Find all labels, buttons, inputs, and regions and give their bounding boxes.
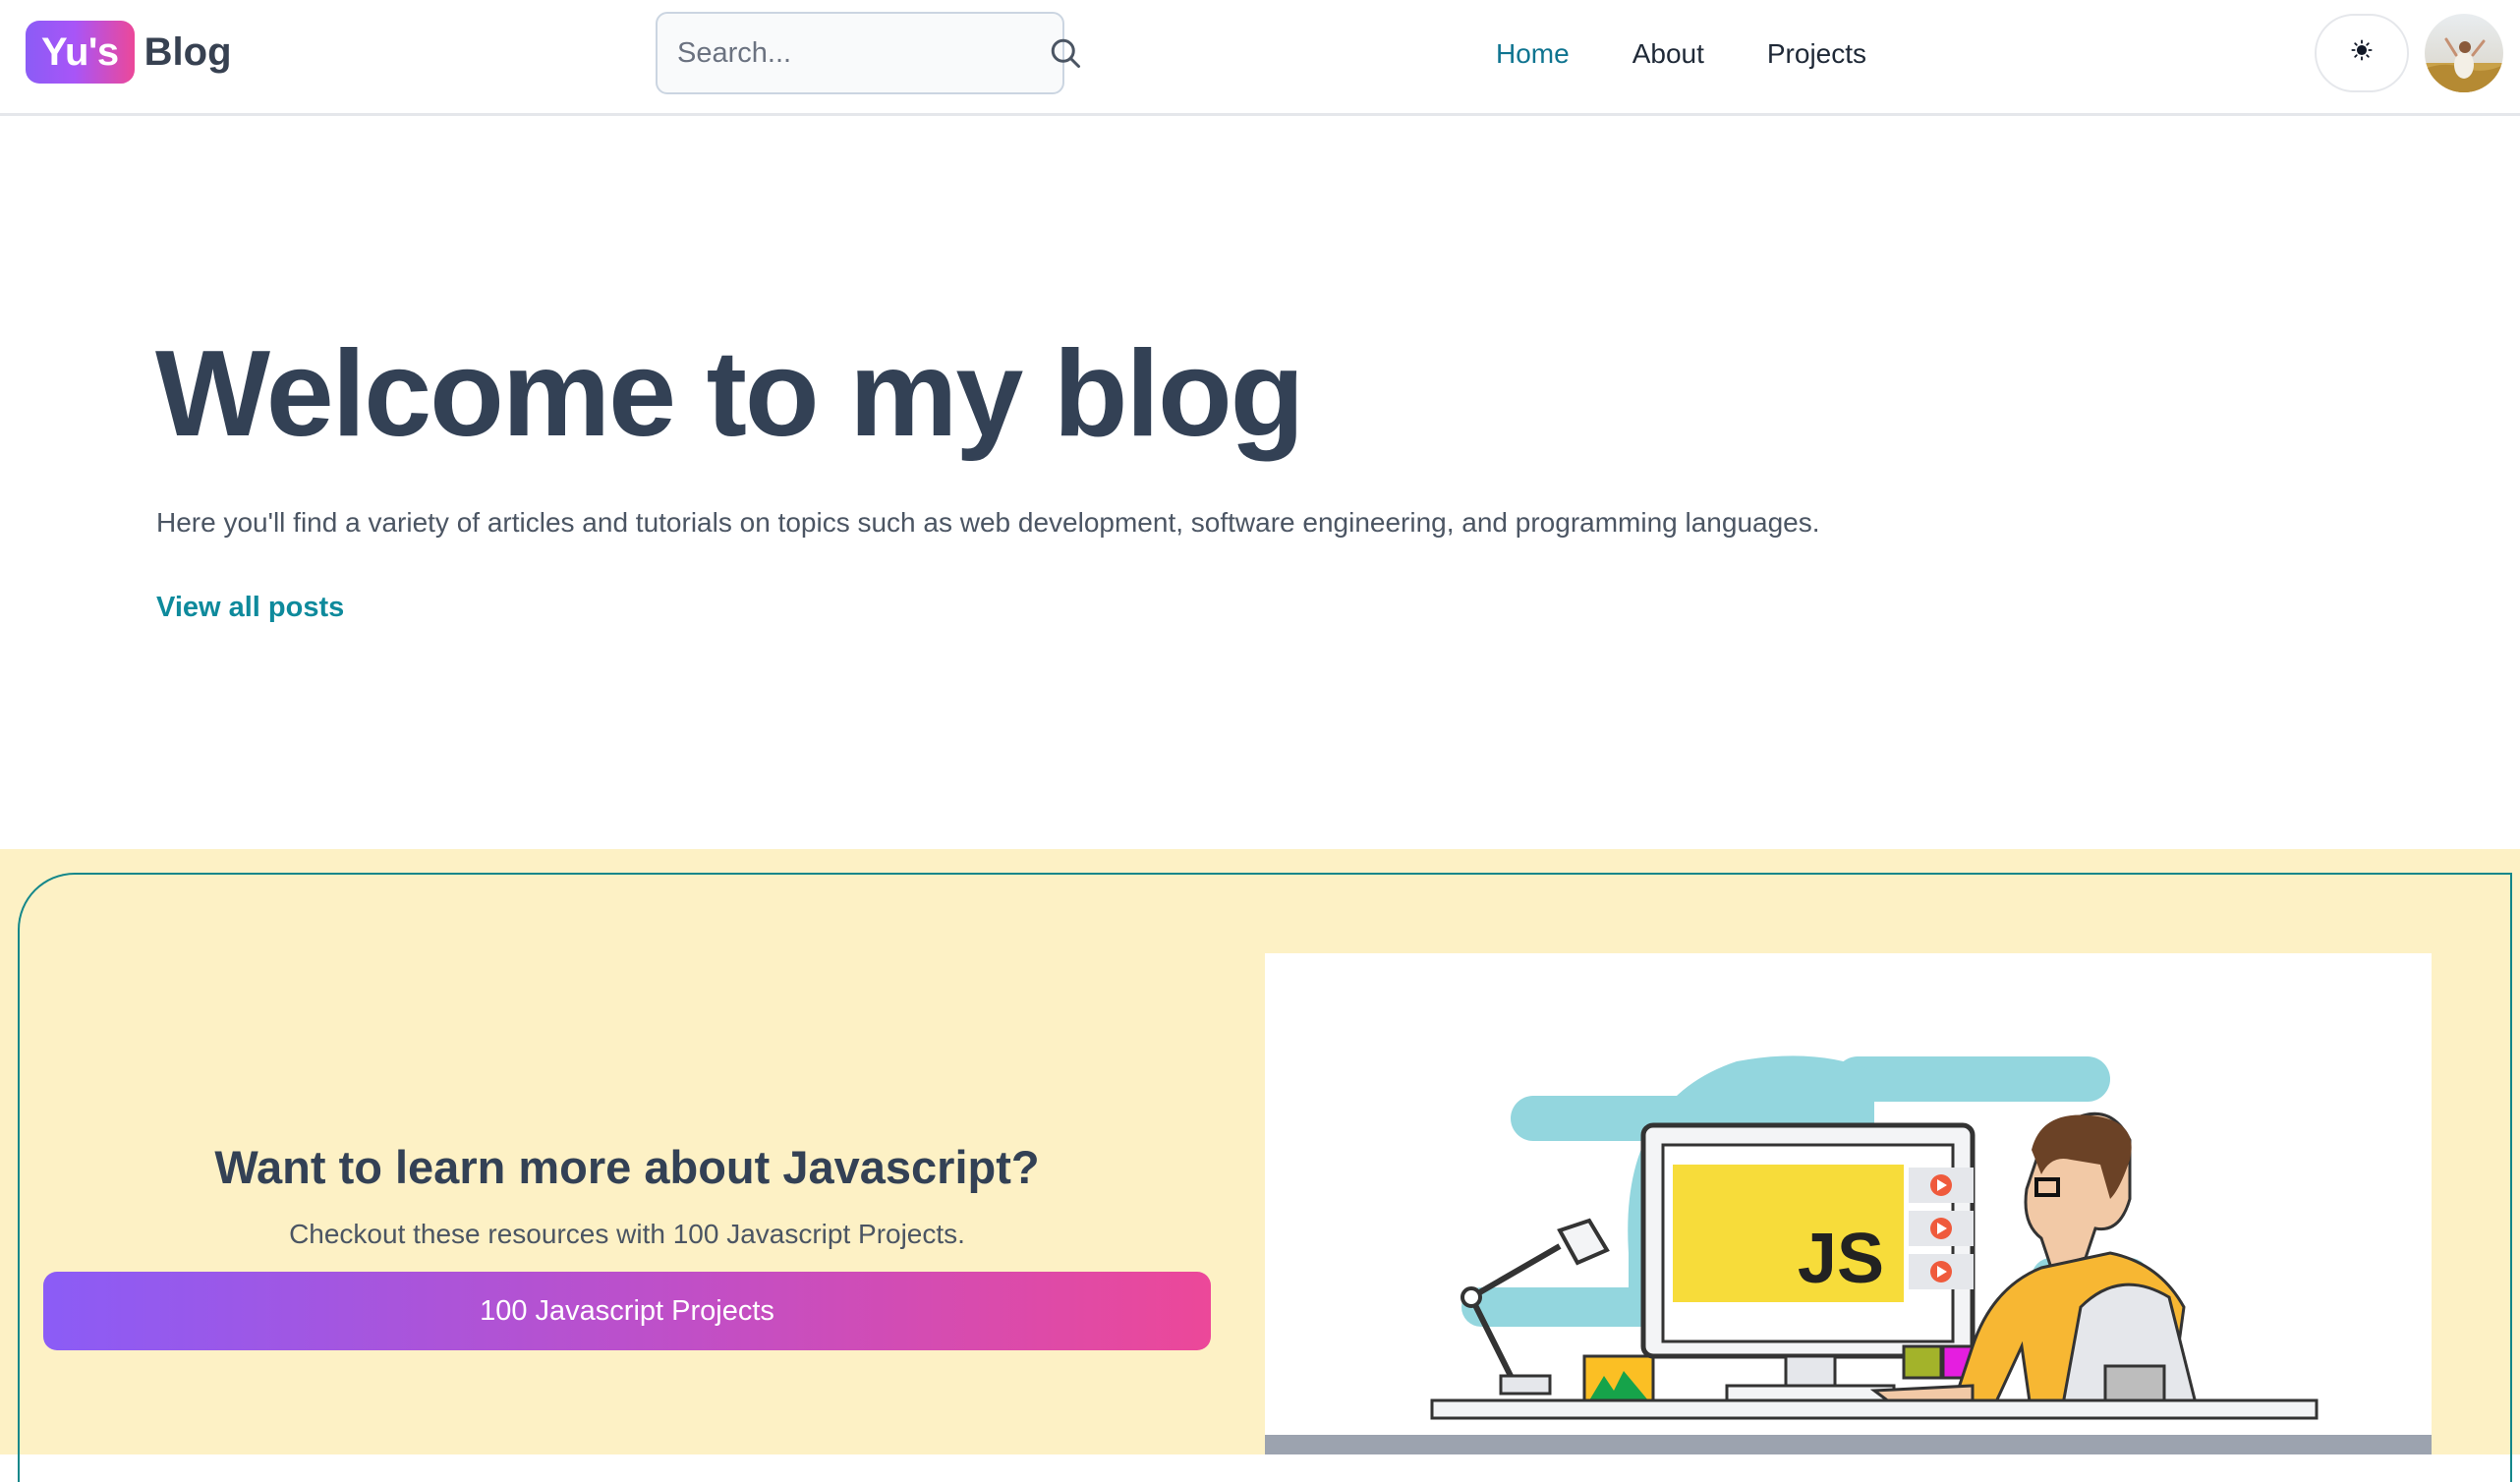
promo-subtitle: Checkout these resources with 100 Javasc…	[289, 1219, 965, 1249]
search-box[interactable]	[656, 12, 1080, 94]
top-navbar: Yu's Blog Home About Projects	[0, 0, 2520, 116]
view-all-posts-link[interactable]: View all posts	[156, 592, 344, 624]
brand-name: Blog	[143, 29, 232, 74]
main-nav: Home About Projects	[1496, 0, 1929, 108]
brand-logo-link[interactable]: Yu's Blog	[26, 21, 232, 84]
search-icon[interactable]	[1048, 35, 1083, 71]
javascript-projects-button[interactable]: 100 Javascript Projects	[43, 1272, 1211, 1350]
js-logo-text: JS	[1798, 1220, 1884, 1298]
search-input[interactable]	[677, 36, 1048, 70]
nav-home[interactable]: Home	[1496, 38, 1570, 70]
developer-illustration: JS	[1265, 953, 2432, 1454]
theme-toggle-button[interactable]	[2315, 14, 2409, 92]
user-avatar[interactable]	[2425, 14, 2503, 92]
promo-title: Want to learn more about Javascript?	[214, 1141, 1040, 1193]
nav-about[interactable]: About	[1632, 38, 1704, 70]
sun-icon	[2351, 38, 2373, 68]
nav-projects[interactable]: Projects	[1767, 38, 1866, 70]
hero-description: Here you'll find a variety of articles a…	[156, 507, 1820, 538]
brand-badge: Yu's	[26, 21, 135, 84]
hero-title: Welcome to my blog	[155, 326, 1304, 462]
